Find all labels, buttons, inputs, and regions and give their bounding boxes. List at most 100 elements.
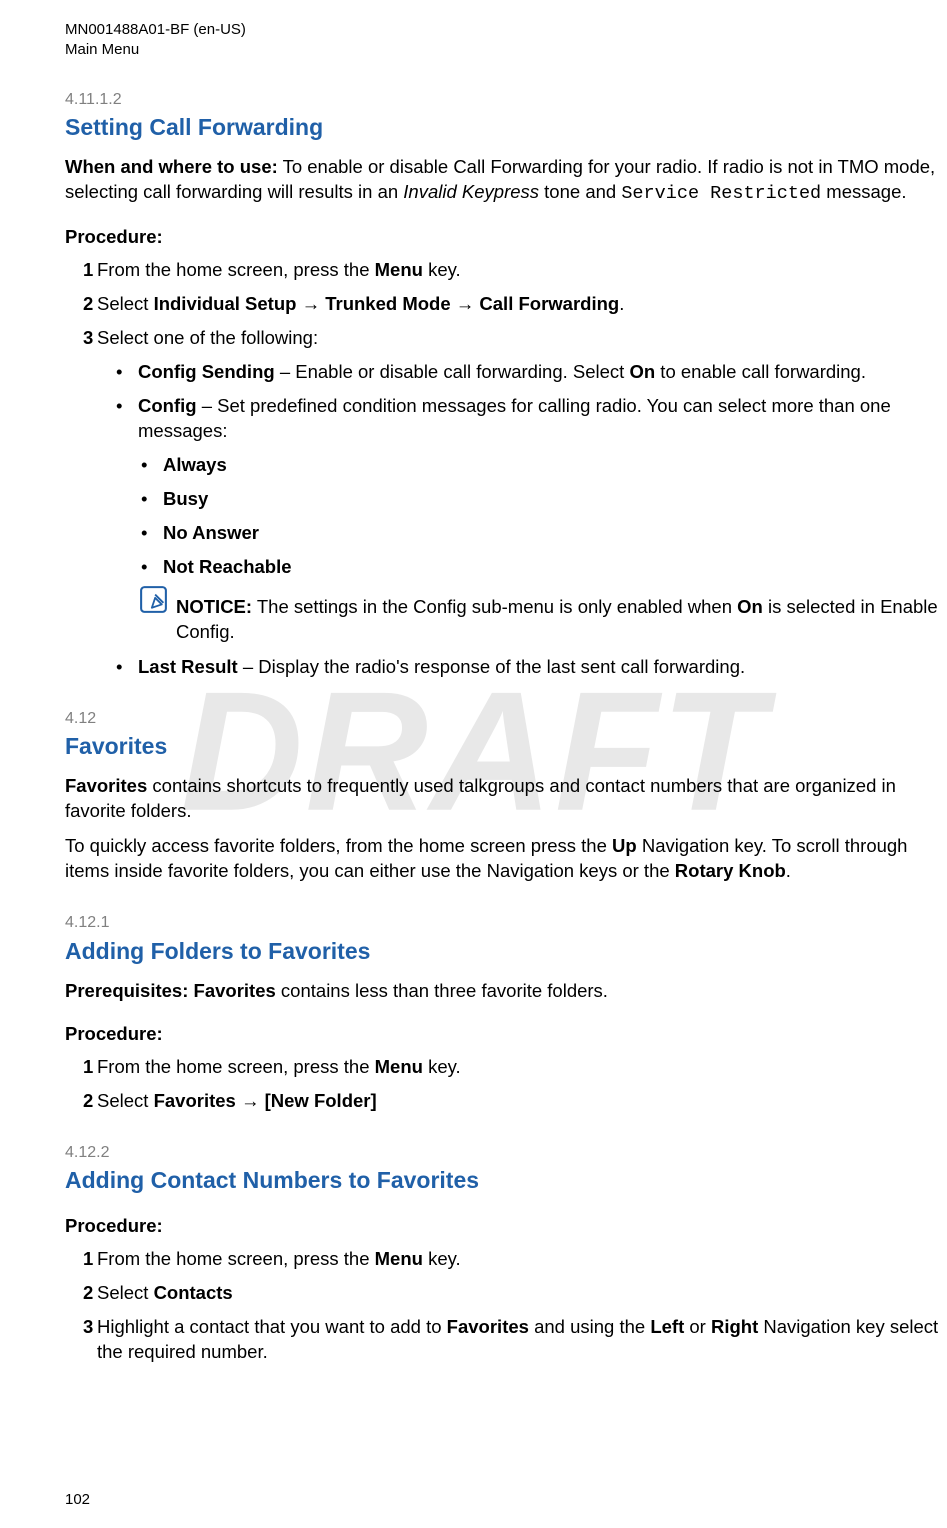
step-row: 3 Highlight a contact that you want to a… [65, 1315, 947, 1365]
text-bold: Right [711, 1316, 758, 1337]
text-bold: Menu [375, 1056, 423, 1077]
text-bold: Favorites [194, 980, 276, 1001]
text: The settings in the Config sub-menu is o… [252, 596, 737, 617]
bullet-row: • Config Sending – Enable or disable cal… [110, 360, 947, 385]
paragraph: Favorites contains shortcuts to frequent… [65, 774, 947, 824]
step-row: 1 From the home screen, press the Menu k… [65, 258, 947, 283]
section-number: 4.12.1 [65, 912, 947, 934]
bullet-icon: • [110, 655, 138, 680]
text-bold: Menu [375, 1248, 423, 1269]
sub-bullet-text: Not Reachable [163, 555, 947, 580]
sub-bullet-text: Busy [163, 487, 947, 512]
step-text: Select one of the following: [97, 326, 947, 351]
page-content: MN001488A01-BF (en-US) Main Menu 4.11.1.… [65, 20, 947, 1365]
text: Select [97, 1282, 154, 1303]
text: – Enable or disable call forwarding. Sel… [275, 361, 630, 382]
text-bold: Config Sending [138, 361, 275, 382]
text: → [451, 293, 480, 314]
text: to enable call forwarding. [655, 361, 866, 382]
when-where-paragraph: When and where to use: To enable or disa… [65, 155, 947, 207]
text-bold: Trunked Mode [325, 293, 450, 314]
prereq-label: Prerequisites: [65, 980, 194, 1001]
step-number: 2 [65, 1089, 97, 1114]
text-bold: Individual Setup [154, 293, 297, 314]
text: message. [821, 181, 906, 202]
text: → [296, 293, 325, 314]
paragraph: To quickly access favorite folders, from… [65, 834, 947, 884]
prerequisites: Prerequisites: Favorites contains less t… [65, 979, 947, 1004]
step-row: 1 From the home screen, press the Menu k… [65, 1055, 947, 1080]
section-title: Setting Call Forwarding [65, 112, 947, 143]
text-bold: [New Folder] [265, 1090, 377, 1111]
text-bold: Left [650, 1316, 684, 1337]
bullet-row: • Config – Set predefined condition mess… [110, 394, 947, 444]
section-number: 4.11.1.2 [65, 89, 947, 111]
step-row: 3 Select one of the following: [65, 326, 947, 351]
step-number: 1 [65, 258, 97, 283]
bullet-icon: • [137, 521, 163, 546]
step-text: From the home screen, press the Menu key… [97, 1055, 947, 1080]
bullet-icon: • [110, 360, 138, 385]
text-bold: Last Result [138, 656, 238, 677]
sub-bullet-text: Always [163, 453, 947, 478]
text-bold: Call Forwarding [479, 293, 619, 314]
text-bold: Up [612, 835, 637, 856]
step-row: 1 From the home screen, press the Menu k… [65, 1247, 947, 1272]
notice-block: NOTICE: The settings in the Config sub-m… [137, 595, 947, 645]
bullet-text: Last Result – Display the radio's respon… [138, 655, 947, 680]
text-italic: Invalid Keypress [403, 181, 539, 202]
page-number: 102 [65, 1490, 90, 1510]
step-number: 2 [65, 1281, 97, 1306]
procedure-label: Procedure: [65, 1022, 947, 1047]
sub-bullet-row: • Busy [137, 487, 947, 512]
text: key. [423, 1056, 461, 1077]
bullet-icon: • [110, 394, 138, 419]
text: tone and [539, 181, 621, 202]
text: – Display the radio's response of the la… [238, 656, 745, 677]
step-row: 2 Select Contacts [65, 1281, 947, 1306]
step-number: 1 [65, 1055, 97, 1080]
text: Select [97, 293, 154, 314]
text: From the home screen, press the [97, 259, 375, 280]
step-number: 3 [65, 1315, 97, 1340]
step-text: From the home screen, press the Menu key… [97, 258, 947, 283]
text: From the home screen, press the [97, 1248, 375, 1269]
text-bold: Favorites [65, 775, 147, 796]
step-row: 2 Select Favorites → [New Folder] [65, 1089, 947, 1114]
text: key. [423, 1248, 461, 1269]
notice-label: NOTICE: [176, 596, 252, 617]
step-text: Select Favorites → [New Folder] [97, 1089, 947, 1114]
text-bold: Contacts [154, 1282, 233, 1303]
step-text: Highlight a contact that you want to add… [97, 1315, 947, 1365]
step-number: 3 [65, 326, 97, 351]
text-bold: Menu [375, 259, 423, 280]
bullet-text: Config Sending – Enable or disable call … [138, 360, 947, 385]
text: To quickly access favorite folders, from… [65, 835, 612, 856]
bullet-text: Config – Set predefined condition messag… [138, 394, 947, 444]
section-title: Adding Contact Numbers to Favorites [65, 1165, 947, 1196]
sub-bullet-text: No Answer [163, 521, 947, 546]
step-number: 2 [65, 292, 97, 317]
sub-bullet-row: • Not Reachable [137, 555, 947, 580]
bullet-icon: • [137, 555, 163, 580]
text: or [684, 1316, 711, 1337]
text: contains shortcuts to frequently used ta… [65, 775, 896, 821]
text-bold: Config [138, 395, 197, 416]
sub-bullet-row: • Always [137, 453, 947, 478]
section-title: Adding Folders to Favorites [65, 936, 947, 967]
text: – Set predefined condition messages for … [138, 395, 891, 441]
bullet-icon: • [137, 453, 163, 478]
header-section: Main Menu [65, 40, 947, 60]
step-row: 2 Select Individual Setup → Trunked Mode… [65, 292, 947, 317]
notice-text: NOTICE: The settings in the Config sub-m… [176, 595, 942, 645]
when-label: When and where to use: [65, 156, 278, 177]
bullet-icon: • [137, 487, 163, 512]
text: . [786, 860, 791, 881]
step-text: Select Individual Setup → Trunked Mode →… [97, 292, 947, 317]
step-number: 1 [65, 1247, 97, 1272]
text: contains less than three favorite folder… [276, 980, 608, 1001]
bullet-row: • Last Result – Display the radio's resp… [110, 655, 947, 680]
step-text: Select Contacts [97, 1281, 947, 1306]
text-bold: On [629, 361, 655, 382]
text: → [236, 1090, 265, 1111]
